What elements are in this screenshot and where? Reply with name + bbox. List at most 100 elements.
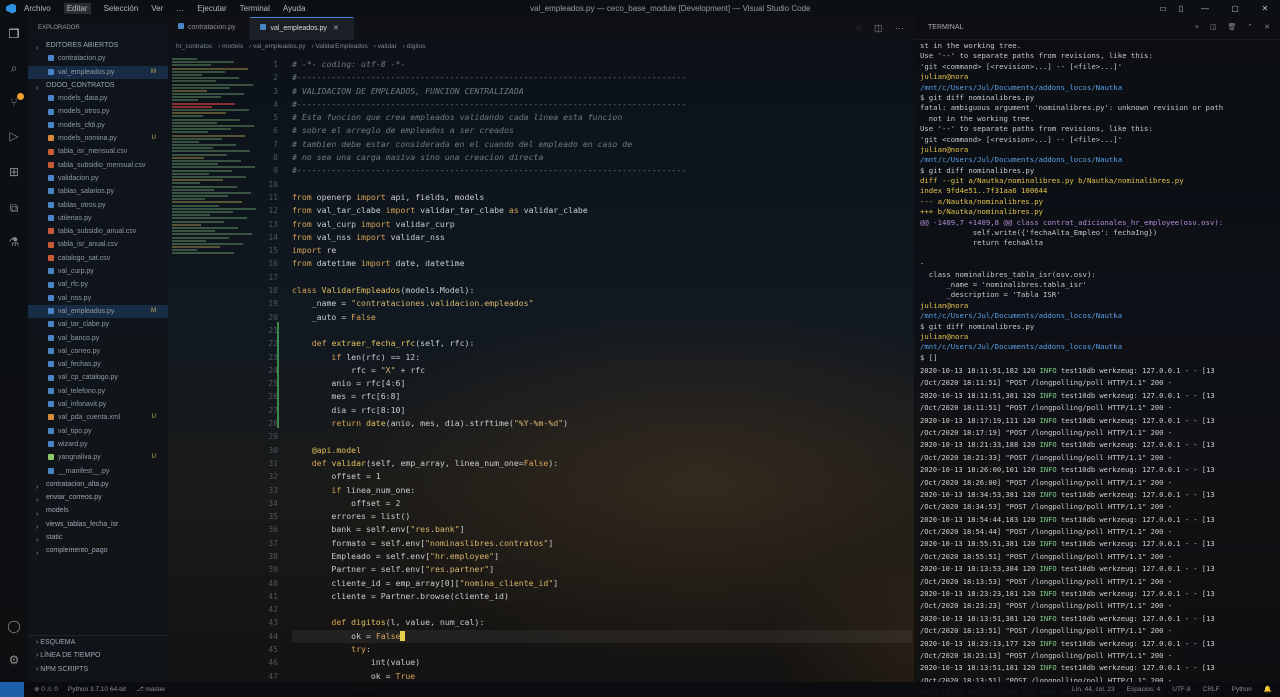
maximize-panel-icon[interactable]: ⌃ [1247,24,1253,31]
code-line[interactable]: dia = rfc[8:10] [292,404,912,417]
code-line[interactable]: int(value) [292,656,912,669]
breadcrumb-item[interactable]: › models [218,43,243,50]
testing-icon[interactable]: ⚗ [7,235,21,249]
breadcrumb-item[interactable]: › validar [374,43,397,50]
code-line[interactable]: formato = self.env["nominaslibres.contra… [292,537,912,550]
panel-title[interactable]: TERMINAL [928,24,963,31]
code-line[interactable] [292,271,912,284]
code-line[interactable]: _auto = False [292,311,912,324]
code-editor[interactable]: # -*- coding: utf-8 -*- #----------------… [292,58,912,696]
sidebar-item[interactable]: val_nss.py [28,292,168,305]
search-icon[interactable]: ⌕ [7,61,21,75]
code-line[interactable]: #---------------------------------------… [292,71,912,84]
code-line[interactable]: # no sea una carga masiva sino una creac… [292,151,912,164]
sidebar-item[interactable]: val_curp.py [28,265,168,278]
sidebar-item[interactable]: val_cp_catalogo.py [28,371,168,384]
layout-icon-2[interactable]: ▯ [1172,0,1190,17]
minimize-button[interactable]: — [1190,0,1220,17]
code-line[interactable]: #---------------------------------------… [292,164,912,177]
code-line[interactable]: # tambien debe estar considerada en el c… [292,138,912,151]
code-line[interactable]: # VALIDACION DE EMPLEADOS, FUNCION CENTR… [292,85,912,98]
editor-tab[interactable]: contratacion.py [168,17,251,39]
sidebar-item[interactable]: tabla_subsidio_mensual.csv [28,159,168,172]
sidebar-item[interactable]: › contratacion_alta.py [28,478,168,491]
code-line[interactable]: mes = rfc[6:8] [292,390,912,403]
breadcrumb-item[interactable]: › val_empleados.py [249,43,305,50]
sidebar-item[interactable]: val_pda_cuenta.xml U [28,411,168,424]
code-line[interactable]: #---------------------------------------… [292,98,912,111]
more-actions-icon[interactable]: ⋯ [895,23,904,33]
terminal-output-server[interactable]: 2020-10-13 18:11:51,182 120 INFO test10d… [920,365,1276,697]
close-panel-icon[interactable]: ✕ [1264,24,1270,31]
layout-icon[interactable]: ▭ [1154,0,1172,17]
code-line[interactable] [292,603,912,616]
sidebar-item[interactable]: models_nomina.py U [28,132,168,145]
sidebar-item[interactable]: tabla_subsidio_anual.csv [28,225,168,238]
code-line[interactable]: def extraer_fecha_rfc(self, rfc): [292,337,912,350]
settings-icon[interactable]: ⚙ [7,653,21,667]
sidebar-item[interactable]: catalogo_sat.csv [28,252,168,265]
remote-indicator-icon[interactable] [0,682,24,697]
code-line[interactable] [292,430,912,443]
code-line[interactable]: import re [292,244,912,257]
sidebar-section[interactable]: › ESQUEMA [28,636,168,649]
sidebar-section[interactable]: › NPM SCRIPTS [28,663,168,676]
status-item[interactable]: UTF-8 [1172,686,1190,693]
code-line[interactable]: _name = "contrataciones.validacion.emple… [292,297,912,310]
status-item[interactable]: 🔔 [1264,686,1272,693]
menu-item[interactable]: … [176,4,184,13]
breadcrumb-item[interactable]: › digitos [403,43,426,50]
code-line[interactable]: from val_nss import validar_nss [292,231,912,244]
sidebar-item[interactable]: tablas_otros.py [28,199,168,212]
status-item[interactable]: Python 3.7.10 64-bit [68,686,126,693]
sidebar-item[interactable]: validacion.py [28,172,168,185]
code-line[interactable]: try: [292,643,912,656]
status-item[interactable]: Lín. 44, col. 23 [1072,686,1115,693]
terminal-output-git[interactable]: st in the working tree. Use '--' to separ… [920,41,1270,363]
close-tab-icon[interactable]: ✕ [333,25,339,32]
sidebar-item[interactable]: tabla_isr_anual.csv [28,238,168,251]
code-line[interactable]: from val_curp import validar_curp [292,218,912,231]
add-terminal-icon[interactable]: + [1195,24,1199,31]
code-line[interactable]: class ValidarEmpleados(models.Model): [292,284,912,297]
code-line[interactable] [292,324,912,337]
code-line[interactable]: from datetime import date, datetime [292,257,912,270]
sidebar-item[interactable]: val_infonavit.py [28,398,168,411]
breadcrumb-item[interactable]: hr_contratos [176,43,212,50]
sidebar-item[interactable]: val_banco.py [28,332,168,345]
extensions-icon[interactable]: ⊞ [7,165,21,179]
sidebar-item[interactable]: __manifest__.py [28,465,168,478]
sidebar-item[interactable]: models_otros.py [28,105,168,118]
sidebar-item[interactable]: › complemento_pago [28,544,168,557]
sidebar-item[interactable]: tabla_isr_mensual.csv [28,145,168,158]
menu-item[interactable]: Archivo [24,4,51,13]
code-line[interactable]: anio = rfc[4:6] [292,377,912,390]
status-item[interactable]: ⊗ 0 ⚠ 0 [34,686,58,693]
maximize-button[interactable]: ▢ [1220,0,1250,17]
menu-item[interactable]: Terminal [240,4,270,13]
code-line[interactable]: ok = False [292,629,912,644]
sidebar-item[interactable]: val_tar_clabe.py [28,318,168,331]
code-line[interactable]: cliente = Partner.browse(cliente_id) [292,590,912,603]
code-line[interactable]: # -*- coding: utf-8 -*- [292,58,912,71]
sidebar-item[interactable]: models_data.py [28,92,168,105]
sidebar-item[interactable]: tablas_salarios.py [28,185,168,198]
split-editor-icon[interactable]: ◫ [874,23,883,33]
status-item[interactable]: Python [1232,686,1252,693]
code-line[interactable]: offset = 2 [292,497,912,510]
sidebar-item[interactable]: val_fechas.py [28,358,168,371]
editor-tab[interactable]: val_empleados.py ✕ [250,17,354,40]
sidebar-item[interactable]: › views_tablas_fecha_isr [28,518,168,531]
sidebar-item[interactable]: › enviar_correos.py [28,491,168,504]
run-icon[interactable]: ◌ [856,23,861,33]
code-line[interactable]: Empleado = self.env["hr.employee"] [292,550,912,563]
status-item[interactable]: Espacios: 4 [1127,686,1161,693]
code-line[interactable]: # sobre el arreglo de empleados a ser cr… [292,124,912,137]
code-line[interactable]: from openerp import api, fields, models [292,191,912,204]
menu-item[interactable]: Ver [151,4,163,13]
menu-item[interactable]: Ejecutar [197,4,226,13]
code-line[interactable]: return date(anio, mes, dia).strftime("%Y… [292,417,912,430]
code-line[interactable]: if len(rfc) == 12: [292,351,912,364]
account-icon[interactable]: ◯ [7,619,21,633]
sidebar-item[interactable]: val_empleados.py M [28,304,168,319]
